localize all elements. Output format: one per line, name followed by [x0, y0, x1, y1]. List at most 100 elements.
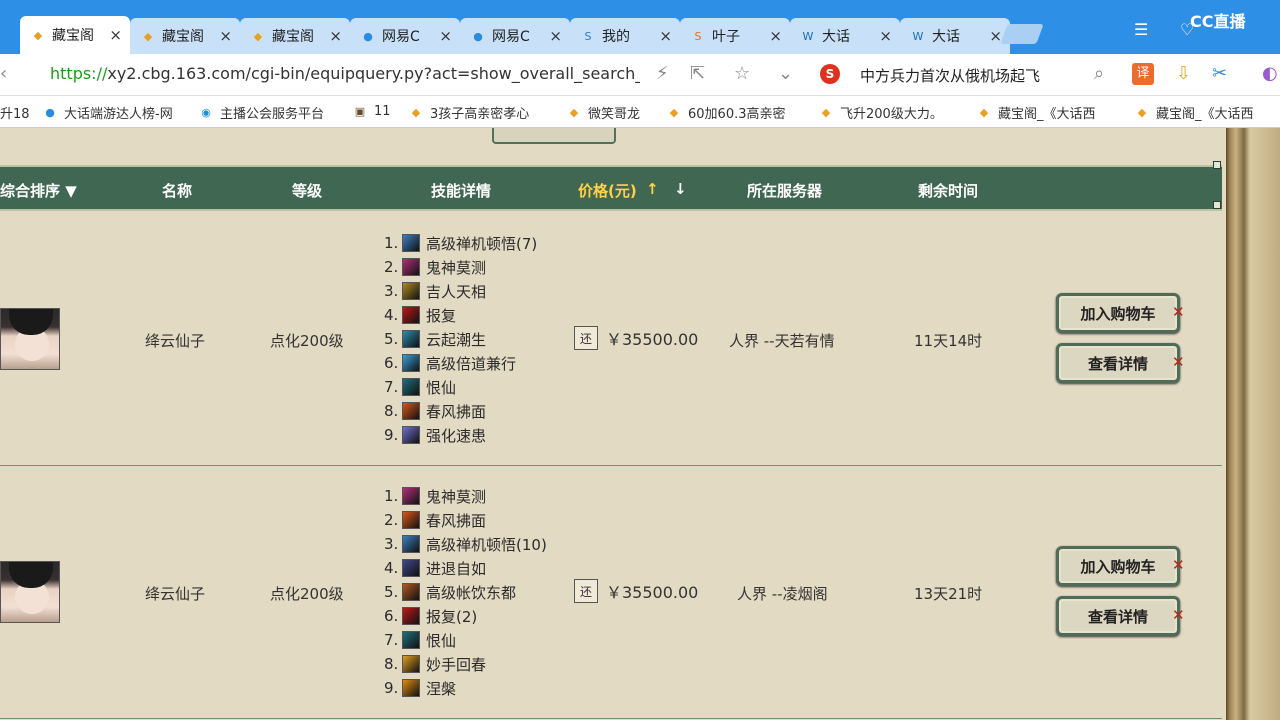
- item-price: 还 ￥35500.00: [574, 579, 698, 603]
- decorative-frame: [1226, 128, 1280, 720]
- skill-item[interactable]: 9. 涅槃: [384, 676, 547, 700]
- item-name[interactable]: 绛云仙子: [145, 583, 205, 604]
- skill-item[interactable]: 2. 鬼神莫测: [384, 255, 537, 279]
- view-details-button[interactable]: 查看详情: [1056, 343, 1180, 383]
- cbg-icon: ◆: [979, 106, 989, 119]
- bookmark-item[interactable]: ◆ 飞升200级大力。: [818, 103, 943, 122]
- skill-label: 吉人天相: [426, 282, 487, 301]
- url-input[interactable]: https://xy2.cbg.163.com/cgi-bin/equipque…: [50, 64, 640, 83]
- item-name[interactable]: 绛云仙子: [145, 330, 205, 351]
- close-icon[interactable]: ×: [659, 27, 672, 45]
- close-icon[interactable]: ×: [769, 27, 782, 45]
- bookmark-item[interactable]: ◆ 藏宝阁_《大话西: [976, 103, 1096, 122]
- skill-item[interactable]: 6. 报复(2): [384, 604, 547, 628]
- search-button[interactable]: [492, 128, 616, 144]
- browser-tab[interactable]: ◆ 藏宝阁 ×: [130, 18, 240, 54]
- bookmark-label: 主播公会服务平台: [220, 107, 325, 122]
- close-icon[interactable]: ×: [329, 27, 342, 45]
- close-icon[interactable]: ×: [879, 27, 892, 45]
- sort-price-asc-icon[interactable]: ↑: [646, 180, 659, 198]
- skill-icon: [402, 258, 420, 276]
- skill-label: 妙手回春: [426, 655, 487, 674]
- browser-tab[interactable]: S 我的 ×: [570, 18, 680, 54]
- browser-tab[interactable]: ● 网易C ×: [460, 18, 570, 54]
- skill-number: 6.: [384, 607, 399, 625]
- table-row: 绛云仙子 点化200级 人界 --天若有情 11天14时 还 ￥35500.00 1. 高级禅…: [0, 213, 1222, 465]
- bookmark-label: 3孩子高亲密孝心: [430, 107, 530, 122]
- chevron-left-icon[interactable]: ‹: [0, 63, 7, 84]
- scissors-icon[interactable]: ✂: [1212, 63, 1227, 84]
- skill-label: 春风拂面: [426, 511, 487, 530]
- bookmark-item[interactable]: ▣ 11: [352, 103, 391, 119]
- translate-icon[interactable]: 译: [1132, 63, 1154, 85]
- browser-tab[interactable]: W 大话 ×: [900, 18, 1010, 54]
- share-icon[interactable]: ⇱: [690, 63, 705, 84]
- browser-tab[interactable]: ● 网易C ×: [350, 18, 460, 54]
- bookmark-item[interactable]: ◆ 藏宝阁_《大话西: [1134, 103, 1254, 122]
- skill-number: 4.: [384, 559, 399, 577]
- skill-item[interactable]: 7. 恨仙: [384, 628, 547, 652]
- skill-item[interactable]: 3. 吉人天相: [384, 279, 537, 303]
- item-remaining-time: 13天21时: [914, 585, 983, 603]
- close-icon[interactable]: ×: [109, 26, 122, 44]
- new-tab-button[interactable]: [1000, 24, 1044, 44]
- skill-item[interactable]: 4. 进退自如: [384, 556, 547, 580]
- add-to-cart-button[interactable]: 加入购物车: [1056, 546, 1180, 586]
- skill-item[interactable]: 2. 春风拂面: [384, 508, 547, 532]
- skill-item[interactable]: 7. 恨仙: [384, 375, 537, 399]
- skill-item[interactable]: 6. 高级倍道兼行: [384, 351, 537, 375]
- search-suggestion[interactable]: 中方兵力首次从俄机场起飞: [860, 65, 1040, 86]
- avatar[interactable]: [0, 308, 60, 370]
- skill-item[interactable]: 3. 高级禅机顿悟(10): [384, 532, 547, 556]
- close-icon[interactable]: ×: [549, 27, 562, 45]
- skill-item[interactable]: 1. 高级禅机顿悟(7): [384, 231, 537, 255]
- skill-item[interactable]: 5. 云起潮生: [384, 327, 537, 351]
- download-icon[interactable]: ⇩: [1176, 63, 1191, 84]
- bookmark-item[interactable]: ◆ 3孩子高亲密孝心: [408, 103, 530, 122]
- item-level: 点化200级: [270, 332, 344, 350]
- address-bar: ‹ https://xy2.cbg.163.com/cgi-bin/equipq…: [0, 54, 1280, 96]
- bookmark-item[interactable]: ◉ 主播公会服务平台: [198, 103, 324, 122]
- skill-list: 1. 鬼神莫测 2. 春风拂面 3. 高级禅机顿悟(10) 4. 进退自如 5. 高级帐饮东都 6.…: [384, 484, 547, 700]
- header-skills: 技能详情: [431, 182, 492, 200]
- skill-item[interactable]: 8. 春风拂面: [384, 399, 537, 423]
- skill-number: 9.: [384, 679, 399, 697]
- skill-icon: [402, 631, 420, 649]
- tab-label: 大话: [932, 29, 960, 45]
- skill-icon: [402, 354, 420, 372]
- header-name: 名称: [162, 182, 193, 200]
- skill-number: 5.: [384, 583, 399, 601]
- browser-tab[interactable]: W 大话 ×: [790, 18, 900, 54]
- item-level: 点化200级: [270, 585, 344, 603]
- browser-tab[interactable]: ◆ 藏宝阁 ×: [20, 16, 130, 54]
- close-icon[interactable]: ×: [219, 27, 232, 45]
- skill-item[interactable]: 5. 高级帐饮东都: [384, 580, 547, 604]
- browser-tab[interactable]: ◆ 藏宝阁 ×: [240, 18, 350, 54]
- bookmark-item[interactable]: ◆ 微笑哥龙: [566, 103, 640, 122]
- menu-icon[interactable]: ☰: [1134, 20, 1148, 39]
- search-icon[interactable]: ⌕: [1094, 63, 1104, 84]
- avatar[interactable]: [0, 561, 60, 623]
- skill-item[interactable]: 1. 鬼神莫测: [384, 484, 547, 508]
- skill-item[interactable]: 8. 妙手回春: [384, 652, 547, 676]
- sort-price-desc-icon[interactable]: ↓: [674, 180, 687, 198]
- bookmark-item[interactable]: ● 大话端游达人榜-网: [42, 103, 173, 122]
- browser-tab-bar: ◆ 藏宝阁 × ◆ 藏宝阁 × ◆ 藏宝阁 × ● 网易C × ● 网易C × S 我的 × S 叶子 × W 大话 × W 大话…: [0, 0, 1280, 54]
- star-icon[interactable]: ☆: [734, 63, 750, 84]
- add-to-cart-button[interactable]: 加入购物车: [1056, 293, 1180, 333]
- lightning-icon[interactable]: ⚡: [656, 63, 669, 84]
- close-icon[interactable]: ×: [439, 27, 452, 45]
- chevron-down-icon[interactable]: ⌄: [778, 63, 793, 84]
- sogou-search-icon[interactable]: S: [820, 64, 840, 84]
- bookmark-item[interactable]: ◆ 60加60.3高亲密: [666, 103, 786, 122]
- cbg-icon: ◆: [33, 28, 43, 42]
- profile-icon[interactable]: ◐: [1262, 63, 1278, 84]
- header-price[interactable]: 价格(元): [578, 180, 637, 201]
- view-details-button[interactable]: 查看详情: [1056, 596, 1180, 636]
- sort-dropdown[interactable]: 综合排序 ▼: [0, 180, 77, 201]
- skill-number: 7.: [384, 631, 399, 649]
- bookmark-item[interactable]: 升18: [0, 103, 30, 122]
- skill-item[interactable]: 4. 报复: [384, 303, 537, 327]
- browser-tab[interactable]: S 叶子 ×: [680, 18, 790, 54]
- skill-item[interactable]: 9. 强化速患: [384, 423, 537, 447]
